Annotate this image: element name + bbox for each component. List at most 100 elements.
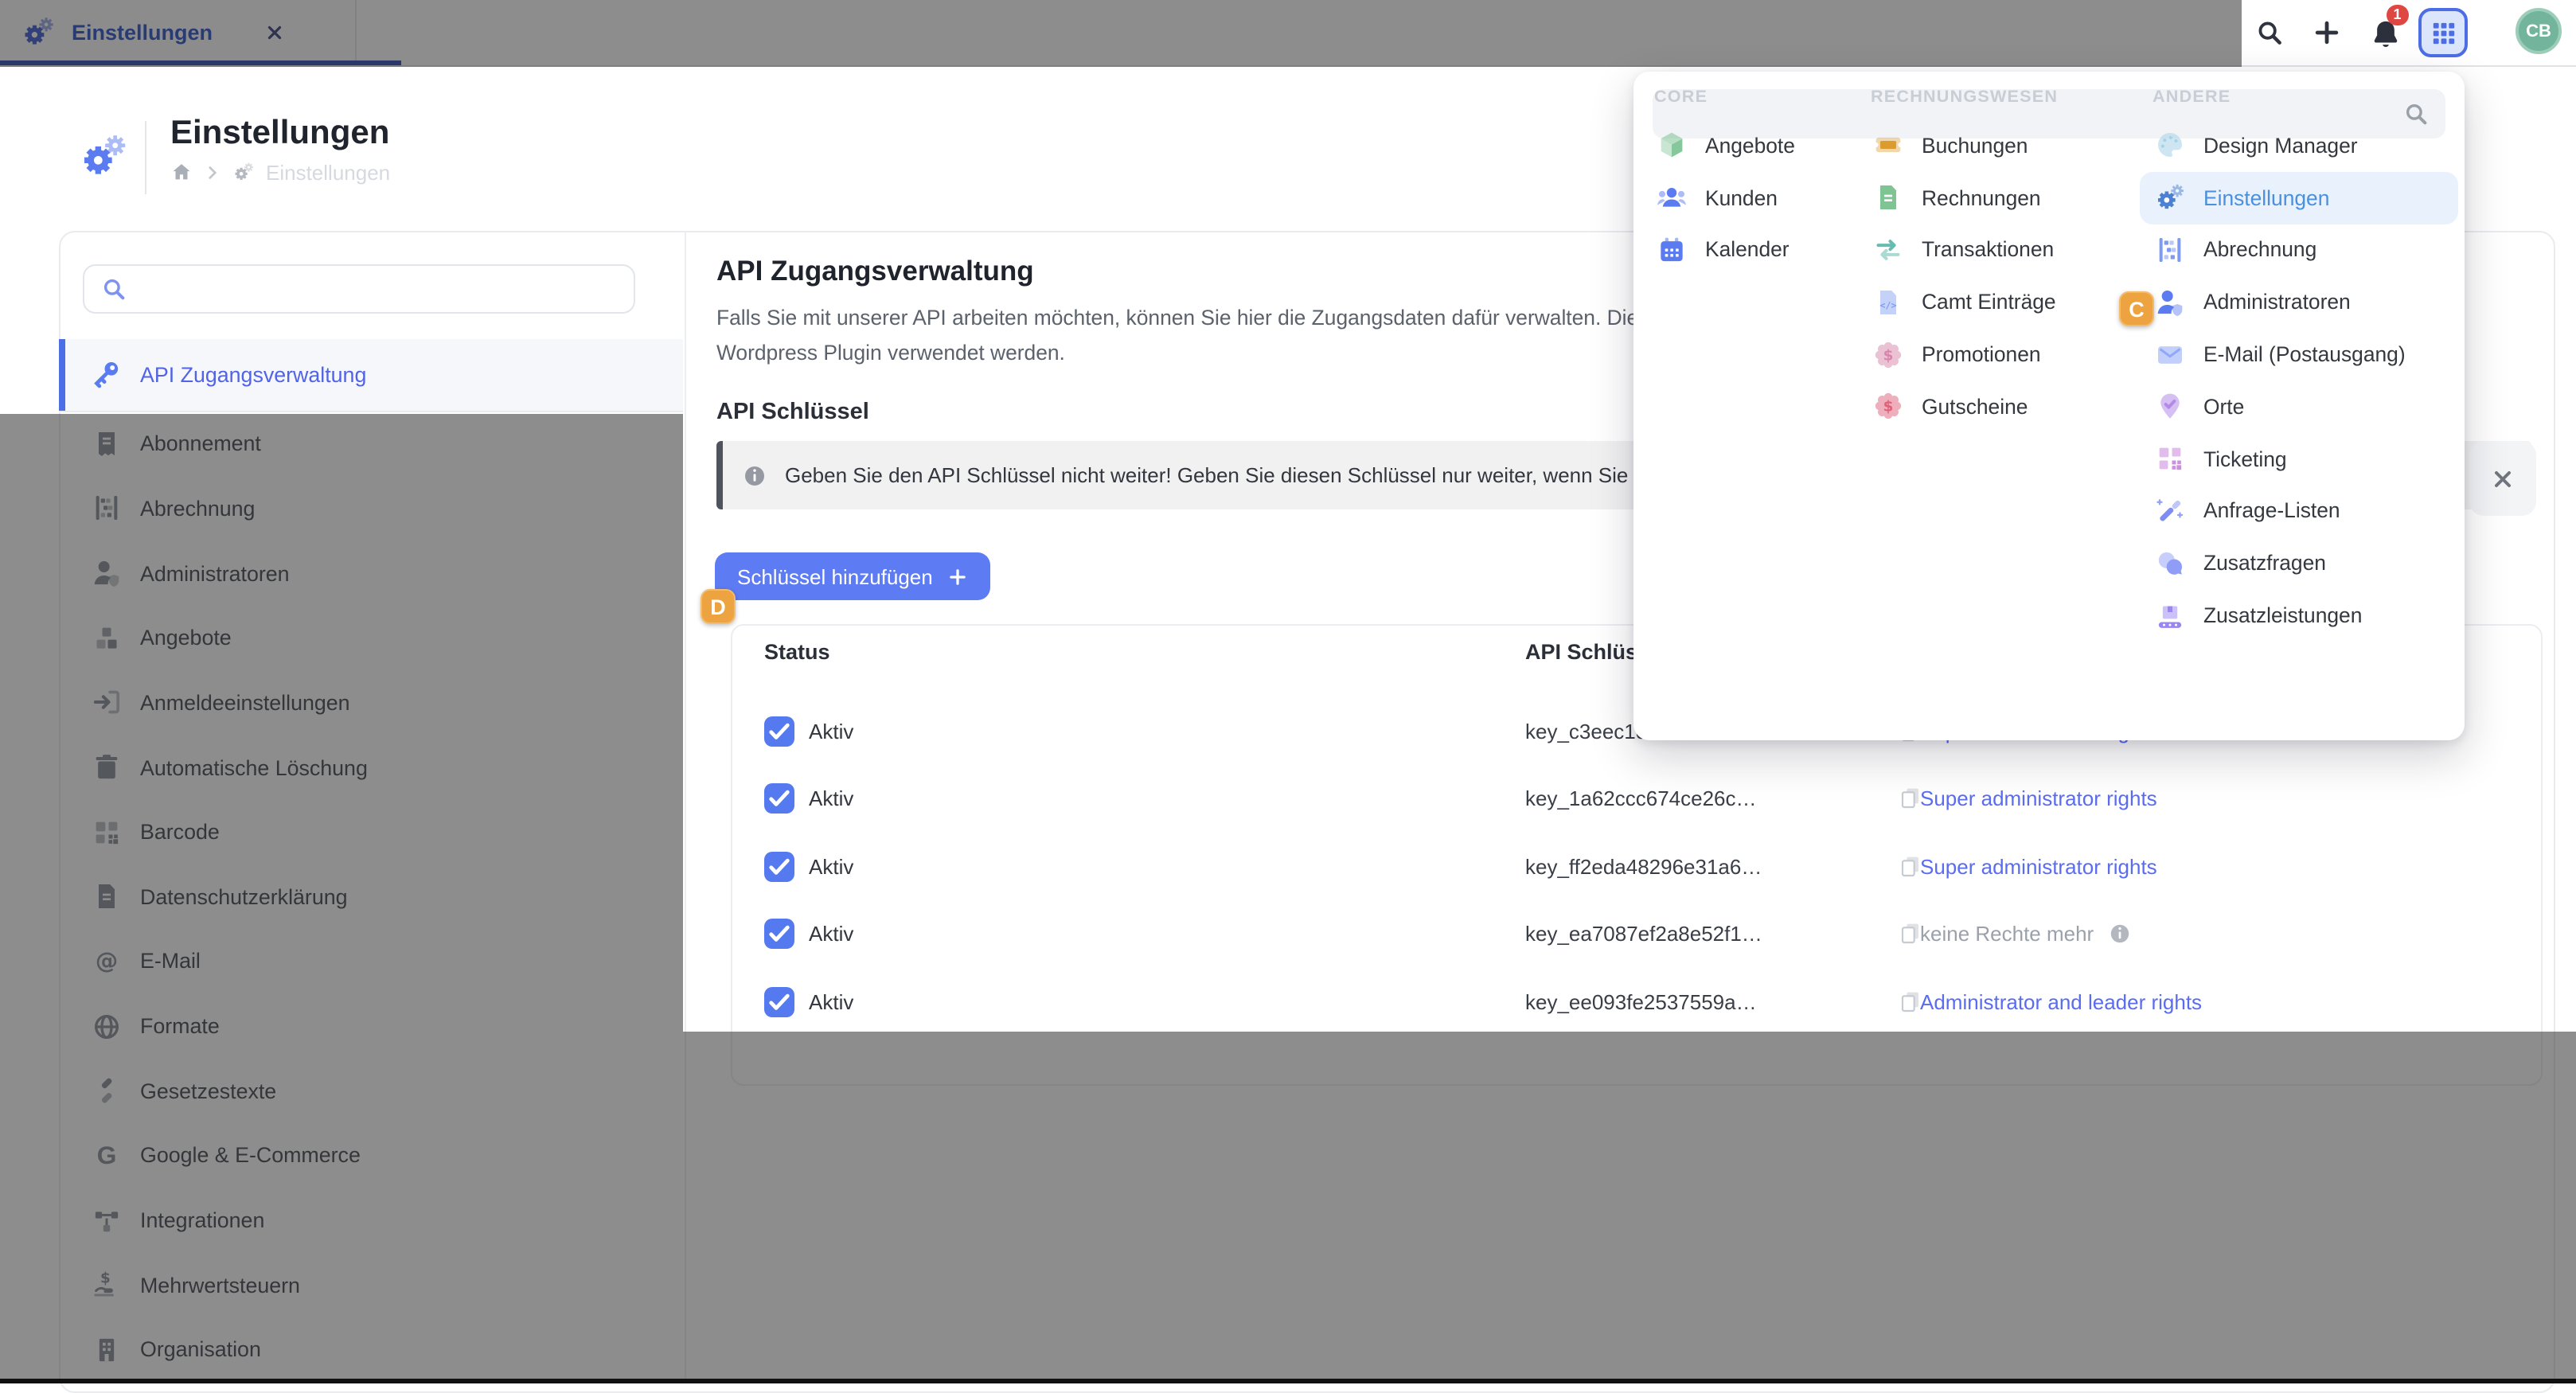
tour-marker-d: D xyxy=(701,589,736,624)
launcher-item[interactable]: Ticketing xyxy=(2140,433,2458,486)
status-label: Aktiv xyxy=(809,922,853,946)
launcher-item[interactable]: Administratoren xyxy=(2140,276,2458,329)
rights-link[interactable]: Super administrator rights xyxy=(1920,787,2157,811)
search-icon xyxy=(100,275,127,302)
launcher-item[interactable]: Einstellungen xyxy=(2140,172,2458,224)
svg-text:</>: </> xyxy=(1879,299,1896,310)
calendar-icon xyxy=(1656,234,1688,266)
launcher-item[interactable]: Rechnungen xyxy=(1858,172,2129,224)
palette-icon xyxy=(2154,130,2186,162)
envelope-icon xyxy=(2154,338,2186,370)
page-title: Einstellungen xyxy=(170,115,389,153)
plus-icon xyxy=(947,566,968,587)
wand-icon xyxy=(2154,495,2186,527)
launcher-item-label: Buchungen xyxy=(1922,134,2028,158)
launcher-item-label: Orte xyxy=(2203,395,2244,419)
tour-marker-c: C xyxy=(2119,291,2154,326)
notification-badge: 1 xyxy=(2387,4,2408,25)
status-label: Aktiv xyxy=(809,787,853,811)
check-icon xyxy=(764,716,794,747)
apps-grid-button[interactable] xyxy=(2418,7,2468,57)
status-checkbox[interactable] xyxy=(764,784,794,814)
section-title: API Schlüssel xyxy=(716,400,869,425)
sidebar-item[interactable]: API Zugangsverwaltung xyxy=(59,339,683,412)
grid-icon xyxy=(2430,18,2457,45)
modal-close-button[interactable] xyxy=(2469,441,2536,516)
status-label: Aktiv xyxy=(809,720,853,743)
launcher-item-label: Abrechnung xyxy=(2203,238,2316,262)
launcher-item[interactable]: Buchungen xyxy=(1858,119,2129,172)
home-icon[interactable] xyxy=(170,161,193,183)
qr-icon xyxy=(2154,443,2186,474)
table-row: Aktiv key_1a62ccc674ce26c… Super adminis… xyxy=(731,767,2543,834)
breadcrumb-label: Einstellungen xyxy=(266,160,390,184)
header-divider xyxy=(145,121,146,194)
launcher-item[interactable]: Kunden xyxy=(1641,172,1848,224)
add-key-button[interactable]: Schlüssel hinzufügen xyxy=(715,552,990,600)
status-checkbox[interactable] xyxy=(764,986,794,1016)
launcher-item-label: Einstellungen xyxy=(2203,185,2329,209)
table-row: Aktiv key_ff2eda48296e31a6… Super admini… xyxy=(731,834,2543,902)
breadcrumb: Einstellungen xyxy=(170,159,390,185)
section-header: ANDERE xyxy=(2153,88,2458,107)
check-icon xyxy=(764,919,794,949)
content-heading: API Zugangsverwaltung xyxy=(716,255,1034,288)
status-checkbox[interactable] xyxy=(764,919,794,949)
cube-icon xyxy=(1656,130,1688,162)
launcher-item[interactable]: Kalender xyxy=(1641,224,1848,276)
table-rows: Aktiv key_c3eec1c334d6e67… Super adminis… xyxy=(731,699,2543,1036)
launcher-item[interactable]: Angebote xyxy=(1641,119,1848,172)
rights-link[interactable]: keine Rechte mehr xyxy=(1920,922,2132,946)
launcher-item-label: Zusatzfragen xyxy=(2203,552,2326,576)
info-icon xyxy=(742,462,767,488)
launcher-item[interactable]: Orte xyxy=(2140,380,2458,433)
sidebar-search xyxy=(83,264,635,314)
launcher-item[interactable]: Anfrage-Listen xyxy=(2140,485,2458,537)
ticket-icon xyxy=(1872,130,1904,162)
svg-text:$: $ xyxy=(1883,399,1894,416)
launcher-item-label: Ticketing xyxy=(2203,447,2287,470)
launcher-item-label: Angebote xyxy=(1705,134,1795,158)
abacus-icon xyxy=(2154,234,2186,266)
launcher-item[interactable]: </> Camt Einträge xyxy=(1858,276,2129,329)
launcher-item-label: E-Mail (Postausgang) xyxy=(2203,342,2406,366)
launcher-item-label: Design Manager xyxy=(2203,134,2358,158)
sidebar-item-label: API Zugangsverwaltung xyxy=(140,363,366,387)
search-icon[interactable] xyxy=(2254,18,2285,48)
info-icon[interactable] xyxy=(2108,922,2132,946)
launcher-item-label: Promotionen xyxy=(1922,342,2041,366)
section-header: RECHNUNGSWESEN xyxy=(1871,88,2129,107)
launcher-item[interactable]: Transaktionen xyxy=(1858,224,2129,276)
launcher-item-label: Rechnungen xyxy=(1922,185,2041,209)
launcher-item[interactable]: E-Mail (Postausgang) xyxy=(2140,328,2458,380)
check-icon xyxy=(764,784,794,814)
launcher-item-label: Kalender xyxy=(1705,238,1790,262)
users-icon xyxy=(1656,181,1688,213)
launcher-item[interactable]: $ Promotionen xyxy=(1858,328,2129,380)
add-icon[interactable] xyxy=(2312,18,2342,48)
status-checkbox[interactable] xyxy=(764,716,794,747)
launcher-item[interactable]: Design Manager xyxy=(2140,119,2458,172)
launcher-section-core: CORE Angebote Kunden Kalender xyxy=(1641,88,1848,276)
code-file-icon: </> xyxy=(1872,287,1904,318)
avatar[interactable]: CB xyxy=(2516,8,2562,54)
api-key-value: key_ea7087ef2a8e52f1… xyxy=(1525,922,1762,946)
close-icon xyxy=(2490,466,2516,491)
sidebar-search-input[interactable] xyxy=(140,275,618,302)
launcher-item-label: Anfrage-Listen xyxy=(2203,499,2340,523)
dim-overlay-sidebar xyxy=(0,414,683,1032)
launcher-item[interactable]: Zusatzleistungen xyxy=(2140,589,2458,642)
table-row: Aktiv key_ea7087ef2a8e52f1… keine Rechte… xyxy=(731,901,2543,969)
check-icon xyxy=(764,986,794,1016)
person-shield-icon xyxy=(2154,287,2186,318)
launcher-item[interactable]: Zusatzfragen xyxy=(2140,537,2458,590)
launcher-item[interactable]: Abrechnung xyxy=(2140,224,2458,276)
breadcrumb-gears-icon xyxy=(232,161,255,183)
table-row: Aktiv key_ee093fe2537559a… Administrator… xyxy=(731,969,2543,1036)
rights-link[interactable]: Administrator and leader rights xyxy=(1920,989,2202,1013)
launcher-item[interactable]: $ Gutscheine xyxy=(1858,380,2129,433)
rights-link[interactable]: Super administrator rights xyxy=(1920,855,2157,879)
api-key-value: key_ee093fe2537559a… xyxy=(1525,989,1757,1013)
status-checkbox[interactable] xyxy=(764,852,794,882)
section-header: CORE xyxy=(1654,88,1848,107)
